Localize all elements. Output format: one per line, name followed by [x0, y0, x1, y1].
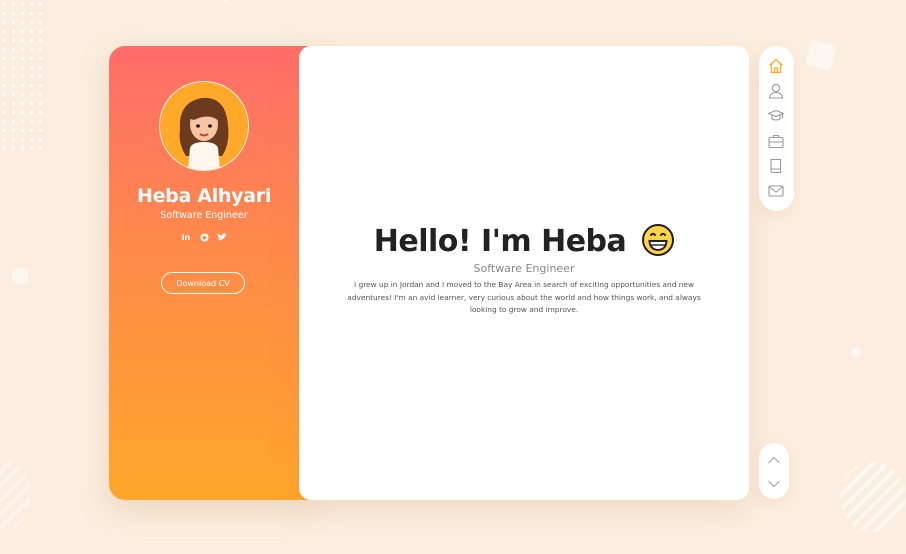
- side-navigation: [759, 46, 794, 211]
- twitter-icon[interactable]: [217, 232, 227, 242]
- profile-title: Software Engineer: [160, 210, 248, 221]
- avatar: [159, 81, 249, 171]
- linkedin-icon[interactable]: in: [181, 232, 191, 242]
- background-stripes: [840, 462, 906, 532]
- background-circle: [12, 268, 28, 284]
- download-cv-button[interactable]: Download CV: [161, 272, 245, 294]
- briefcase-icon[interactable]: [767, 132, 785, 150]
- book-icon[interactable]: [767, 157, 785, 175]
- profile-card: Heba Alhyari Software Engineer in Downlo…: [109, 46, 309, 500]
- section-pager: [759, 443, 789, 499]
- graduation-cap-icon[interactable]: [767, 107, 785, 125]
- chevron-up-icon[interactable]: [766, 452, 782, 466]
- background-stripes: [0, 460, 30, 530]
- profile-name: Heba Alhyari: [136, 185, 272, 207]
- chevron-down-icon[interactable]: [766, 476, 782, 490]
- user-icon[interactable]: [767, 82, 785, 100]
- social-links: in: [109, 232, 299, 242]
- home-icon[interactable]: [767, 57, 785, 75]
- subtitle: Software Engineer: [473, 262, 575, 275]
- bio-paragraph: I grew up in Jordan and I moved to the B…: [347, 280, 701, 314]
- background-dot-pattern: [0, 0, 45, 150]
- background-shape: [805, 39, 837, 71]
- github-icon[interactable]: [199, 232, 209, 242]
- envelope-icon[interactable]: [767, 182, 785, 200]
- background-shape: [200, 0, 230, 4]
- headline-text: Hello! I'm Heba: [373, 224, 627, 259]
- headline: Hello! I'm Heba: [299, 223, 749, 259]
- grinning-face-emoji: [642, 223, 675, 256]
- main-content-card: Hello! I'm Heba Software Engineer I grew…: [299, 46, 749, 500]
- background-circle: [852, 348, 860, 356]
